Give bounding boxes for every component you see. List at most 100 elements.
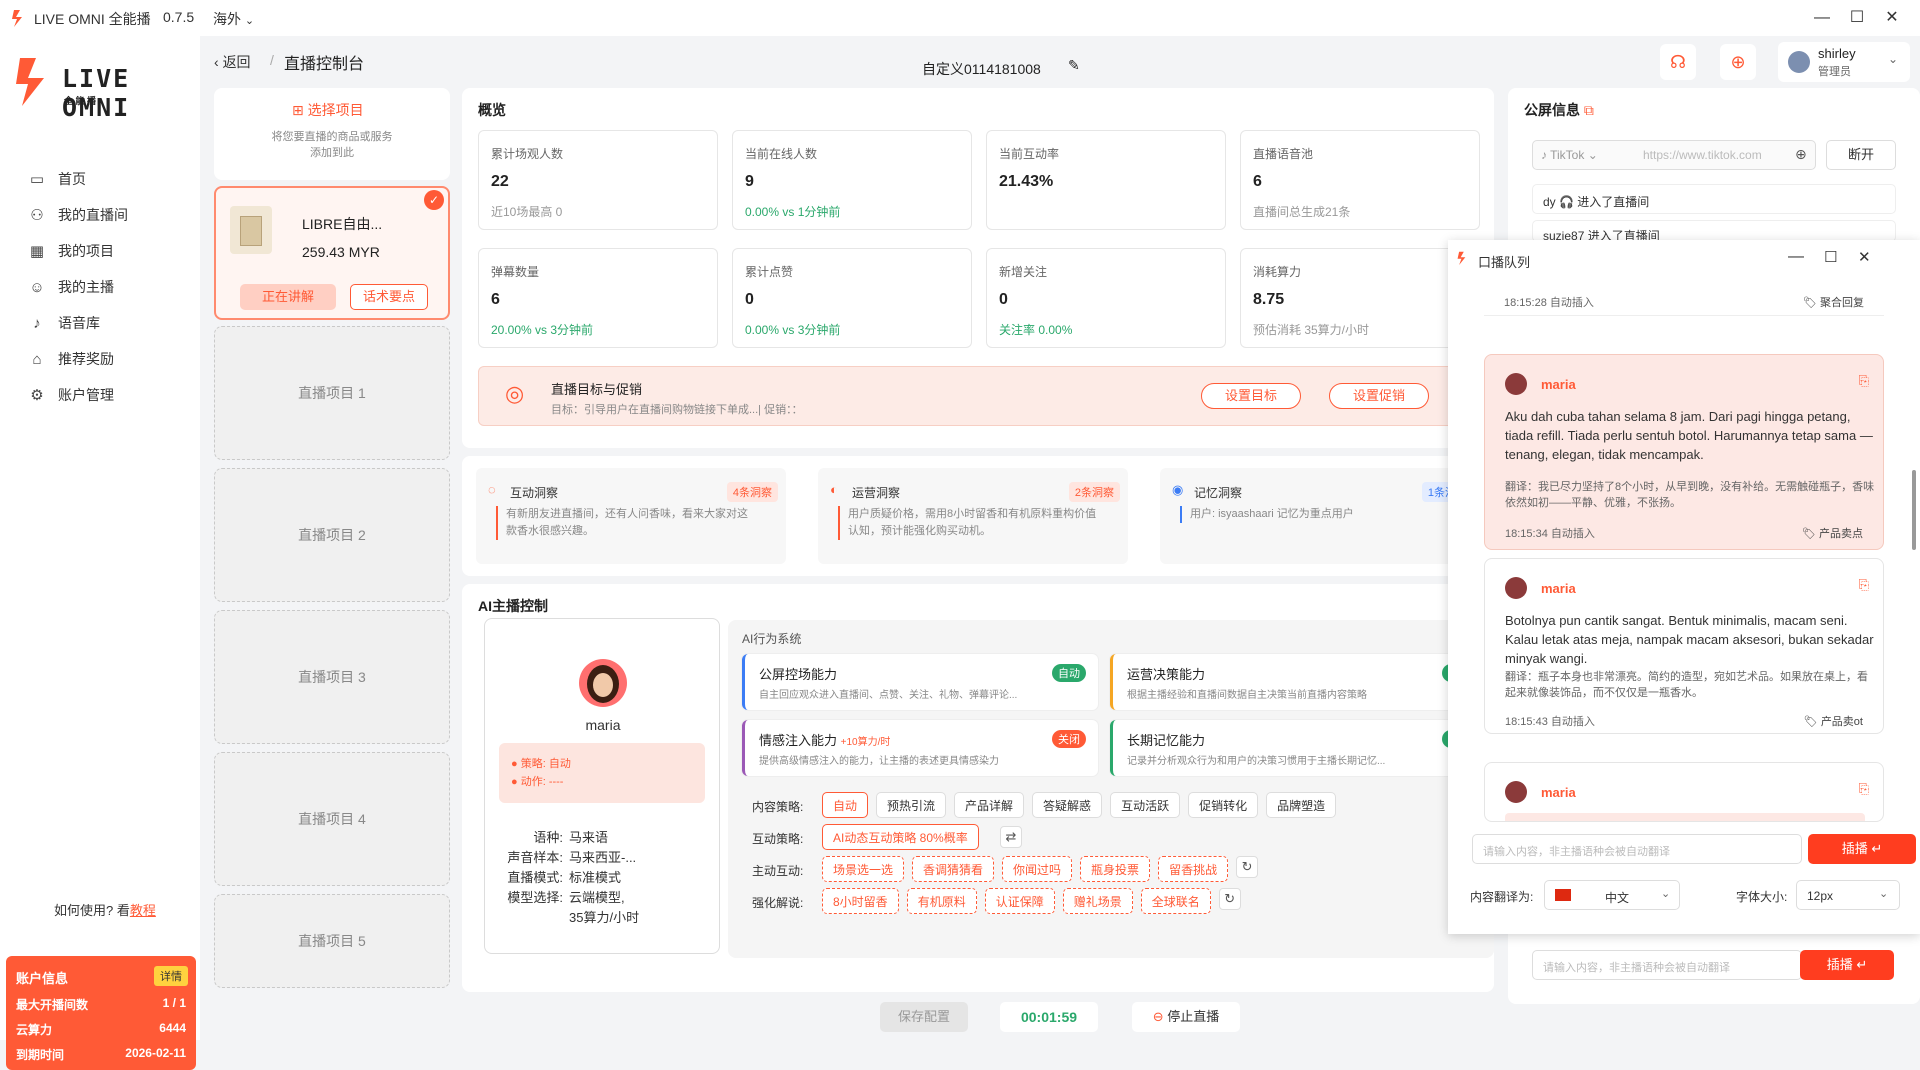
refresh-icon[interactable]: ↻ [1218,888,1241,910]
capability-desc: 提供高级情感注入的能力，让主播的表述更具情感染力 [759,756,999,767]
capability-toggle[interactable]: 关闭 [1052,730,1086,748]
strategy-chip[interactable]: 互动活跃 [1110,792,1181,818]
minimize-button[interactable]: — [1808,6,1836,30]
interact-strategy-label: 互动策略: [752,832,804,846]
strategy-chip[interactable]: 赠礼场景 [1062,888,1133,914]
translate-select[interactable]: 中文 ⌄ [1544,880,1680,910]
message-text: Botolnya pun cantik sangat. Bentuk minim… [1505,613,1874,666]
nav-item[interactable]: ▦ 我的项目 [28,236,188,266]
strategy-chip[interactable]: 产品详解 [954,792,1025,818]
capability-card[interactable]: 长期记忆能力 记录并分析观众行为和用户的决策习惯用于主播长期记忆... 开启 [1110,720,1476,776]
settings-icon[interactable]: ⇄ [1000,826,1022,848]
app-version: 0.7.5 [163,9,195,25]
comment-item: dy 🎧 进入了直播间 [1532,184,1896,214]
strategy-chip[interactable]: 认证保障 [984,888,1055,914]
stat-label: 当前在线人数 [745,147,818,161]
set-promo-button[interactable]: 设置促销 [1329,383,1429,409]
save-config-button[interactable]: 保存配置 [880,1002,968,1032]
account-detail-button[interactable]: 详情 [154,966,188,986]
nav-item[interactable]: ▭ 首页 [28,164,188,194]
anchor-info-key: 直播模式: [507,870,563,885]
project-slot[interactable]: 直播项目 4 [214,752,450,886]
project-slot[interactable]: 直播项目 3 [214,610,450,744]
tutorial-link[interactable]: 教程 [130,903,156,918]
translate-value: 中文 [1605,891,1630,905]
stat-label: 累计点赞 [745,265,794,279]
project-slot[interactable]: 直播项目 1 [214,326,450,460]
strategy-chip[interactable]: 8小时留香 [822,888,899,914]
select-project-label: 选择项目 [307,102,364,118]
translate-icon[interactable]: ⎘ [1859,781,1869,797]
stat-sub: 近10场最高 0 [491,205,563,219]
download-icon[interactable]: ⊕ [1720,44,1756,80]
bottom-send-button[interactable]: 插播 ↵ [1800,950,1894,980]
strategy-chip[interactable]: 有机原料 [906,888,977,914]
project-slot[interactable]: 直播项目 5 [214,894,450,988]
interact-strategy-chip[interactable]: AI动态互动策略 80%概率 [822,824,979,850]
grid-icon: ⊞ [292,102,304,118]
app-title: LIVE OMNI 全能播 [34,11,151,27]
user-menu[interactable]: shirley 管理员 ⌄ [1778,42,1910,82]
nav-item[interactable]: ♪ 语音库 [28,308,188,338]
font-size-select[interactable]: 12px ⌄ [1796,880,1900,910]
external-link-icon[interactable]: ⧉ [1584,102,1594,118]
project-slot[interactable]: 直播项目 2 [214,468,450,602]
stat-label: 新增关注 [999,265,1048,279]
brand-logo-icon [16,58,44,106]
talking-points-button[interactable]: 话术要点 [350,284,428,310]
insight-card[interactable]: ◐ 运营洞察 2条洞察 用户质疑价格，需用8小时留香和有机原料重构价值认知，预计… [818,468,1128,564]
translate-icon[interactable]: ⎘ [1859,577,1869,593]
queue-input[interactable]: 请输入内容，非主播语种会被自动翻译 [1472,834,1802,864]
queue-message[interactable]: maria ⎘ Botolnya pun cantik sangat. Bent… [1484,558,1884,734]
maximize-button[interactable]: ☐ [1824,248,1837,266]
bottom-input[interactable]: 请输入内容，非主播语种会被自动翻译 [1532,950,1802,980]
nav-item[interactable]: ⌂ 推荐奖励 [28,344,188,374]
maximize-button[interactable]: ☐ [1843,6,1871,30]
stat-label: 消耗算力 [1253,265,1302,279]
set-goal-button[interactable]: 设置目标 [1201,383,1301,409]
url-input[interactable]: https://www.tiktok.com [1643,148,1762,162]
back-button[interactable]: ‹ 返回 [214,52,251,72]
strategy-chip[interactable]: 瓶身投票 [1080,856,1151,882]
strategy-chip[interactable]: 香调猜猜看 [912,856,995,882]
translate-icon[interactable]: ⎘ [1859,373,1869,389]
stat-value: 0 [745,291,754,308]
capability-card[interactable]: 公屏控场能力 自主回应观众进入直播间、点赞、关注、礼物、弹幕评论... 自动 [742,654,1098,710]
close-button[interactable]: ✕ [1858,248,1871,266]
capability-card[interactable]: 运营决策能力 根据主播经验和直播间数据自主决策当前直播内容策略 自动 [1110,654,1476,710]
stop-live-button[interactable]: ⊖ 停止直播 [1132,1002,1240,1032]
minimize-button[interactable]: — [1788,248,1804,266]
insight-card[interactable]: ◌ 互动洞察 4条洞察 有新朋友进直播间，还有人问香味，看来大家对这款香水很感兴… [476,468,786,564]
close-button[interactable]: ✕ [1878,6,1906,30]
nav-item[interactable]: ⚇ 我的直播间 [28,200,188,230]
capability-card[interactable]: 情感注入能力 +10算力/时 提供高级情感注入的能力，让主播的表述更具情感染力 … [742,720,1098,776]
strategy-chip[interactable]: 全球联名 [1140,888,1211,914]
queue-message[interactable]: maria ⎘ Aku dah cuba tahan selama 8 jam.… [1484,354,1884,550]
disconnect-button[interactable]: 断开 [1826,140,1896,170]
strategy-chip[interactable]: 你闻过吗 [1002,856,1073,882]
strategy-chip[interactable]: 留香挑战 [1158,856,1229,882]
current-project-card[interactable]: ✓ LIBRE自由... 259.43 MYR 正在讲解 话术要点 [214,186,450,320]
strategy-chip[interactable]: 品牌塑造 [1266,792,1337,818]
edit-icon[interactable]: ✎ [1068,57,1080,74]
strategy-chip[interactable]: 预热引流 [876,792,947,818]
refresh-icon[interactable]: ↻ [1236,856,1259,878]
scrollbar[interactable] [1912,470,1916,550]
region-selector[interactable]: 海外 ⌄ [213,9,254,29]
explaining-button[interactable]: 正在讲解 [240,284,336,310]
nav-item[interactable]: ⚙ 账户管理 [28,380,188,410]
strategy-chip[interactable]: 答疑解惑 [1032,792,1103,818]
capability-toggle[interactable]: 自动 [1052,664,1086,682]
queue-message[interactable]: maria ⎘ [1484,762,1884,822]
queue-send-button[interactable]: 插播 ↵ [1808,834,1916,864]
avatar [1788,51,1810,73]
strategy-chip[interactable]: 自动 [822,792,869,818]
strategy-chip[interactable]: 场景选一选 [822,856,905,882]
nav-item[interactable]: ☺ 我的主播 [28,272,188,302]
platform-select[interactable]: ♪ TikTok ⌄ [1541,148,1598,162]
headset-icon[interactable]: ☊ [1660,44,1696,80]
insight-card[interactable]: ◉ 记忆洞察 1条洞 用户: isyaashaari 记忆为重点用户 [1160,468,1494,564]
live-room-icon: ⚇ [30,207,44,224]
select-project-card[interactable]: ⊞ 选择项目 将您要直播的商品或服务 添加到此 [214,88,450,180]
strategy-chip[interactable]: 促销转化 [1188,792,1259,818]
